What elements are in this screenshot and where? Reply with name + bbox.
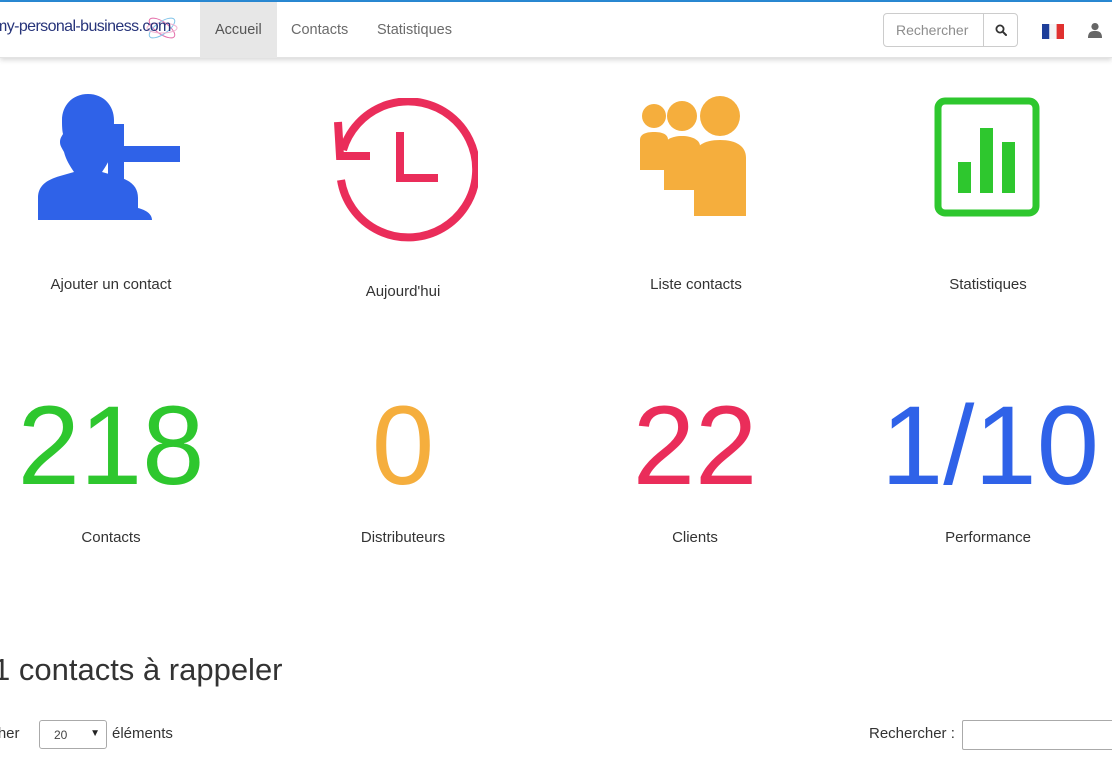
table-length-value: 20	[54, 728, 68, 742]
stat-distributors-label: Distributeurs	[360, 529, 446, 546]
tile-label-today[interactable]: Aujourd'hui	[273, 283, 533, 300]
stat-distributors-value: 0	[371, 383, 435, 508]
stat-contacts-value: 218	[17, 383, 205, 508]
stat-performance-label: Performance	[945, 529, 1031, 546]
table-length-select[interactable]: 20 ▼	[39, 720, 107, 749]
stat-contacts-label: Contacts	[81, 529, 141, 546]
stat-clients-value: 22	[632, 383, 758, 508]
table-filter-label: Rechercher :	[869, 725, 955, 742]
add-user-icon	[38, 94, 180, 220]
nav-statistiques[interactable]: Statistiques	[362, 2, 467, 58]
stat-performance-value: 1/10	[881, 383, 1099, 508]
chevron-down-icon: ▼	[90, 728, 100, 739]
tile-label-contact-list[interactable]: Liste contacts	[566, 276, 826, 293]
navbar: my-personal-business.com Accueil Contact…	[0, 2, 1112, 58]
brand-name: my-personal-business.com	[0, 18, 171, 35]
nav-search-input[interactable]	[883, 13, 984, 47]
table-filter-input[interactable]	[962, 720, 1112, 750]
user-icon[interactable]	[1087, 22, 1103, 38]
tile-label-statistics[interactable]: Statistiques	[858, 276, 1112, 293]
french-flag-icon[interactable]	[1042, 24, 1064, 39]
brand-logo[interactable]: my-personal-business.com	[0, 2, 194, 58]
tile-today[interactable]	[328, 97, 481, 248]
table-length-suffix: éléments	[112, 725, 173, 742]
tile-add-contact[interactable]	[30, 90, 190, 230]
tile-contact-list[interactable]	[638, 94, 750, 218]
table-length-prefix: icher	[0, 725, 20, 742]
stat-clients-label: Clients	[672, 529, 718, 546]
nav-accueil[interactable]: Accueil	[200, 2, 277, 58]
nav-contacts[interactable]: Contacts	[276, 2, 363, 58]
callbacks-title: 1 contacts à rappeler	[0, 652, 283, 687]
users-group-icon	[640, 96, 746, 216]
search-icon	[995, 24, 1007, 36]
tile-label-add-contact[interactable]: Ajouter un contact	[0, 276, 241, 293]
tile-statistics[interactable]	[932, 96, 1042, 220]
history-clock-icon	[334, 97, 481, 242]
bar-chart-icon	[934, 97, 1040, 217]
nav-search-button[interactable]	[983, 13, 1018, 47]
